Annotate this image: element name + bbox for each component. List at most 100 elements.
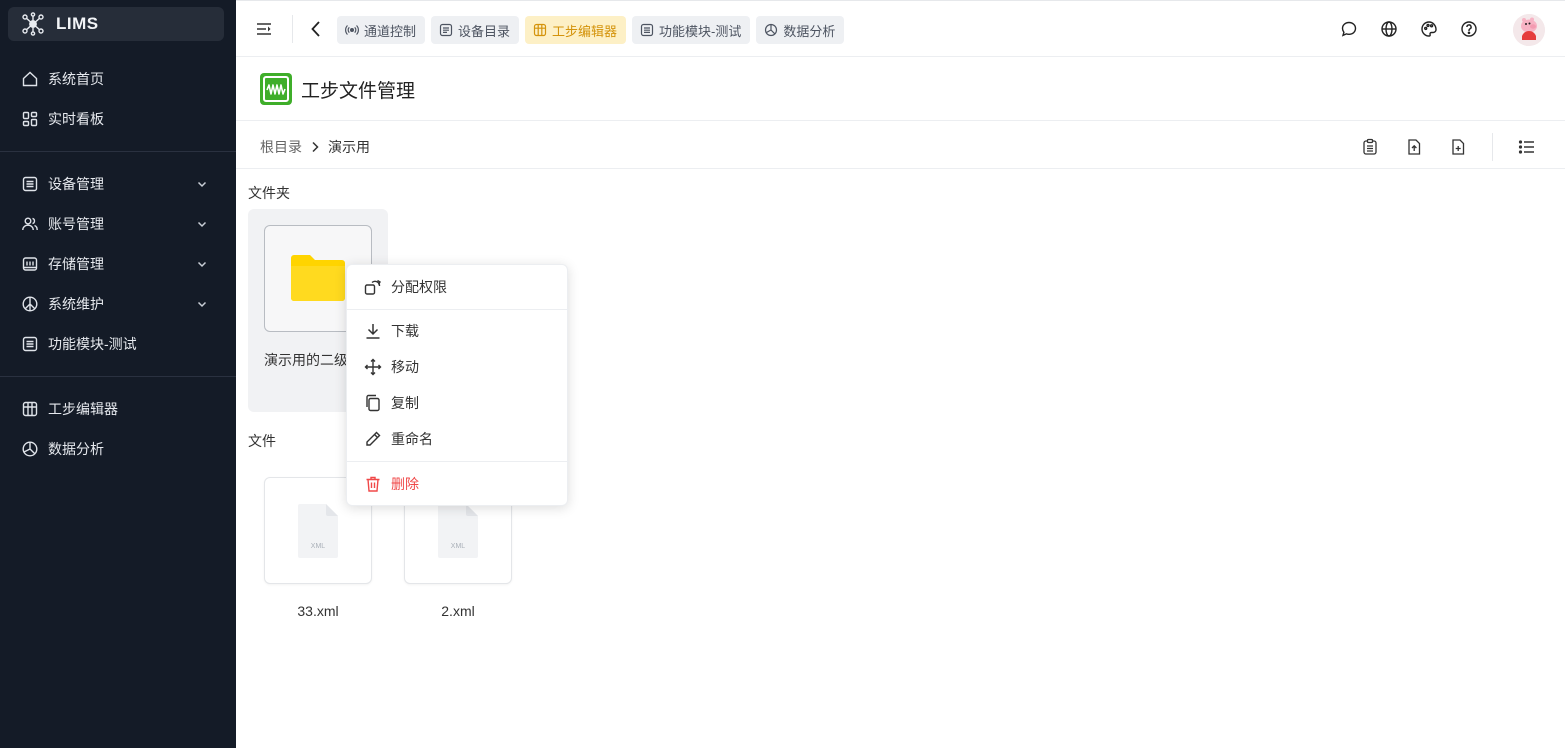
pie-icon [21, 440, 39, 458]
menu-item-label: 分配权限 [391, 279, 447, 295]
upload-file-icon[interactable] [1402, 135, 1426, 159]
palette-icon[interactable] [1419, 19, 1439, 39]
sidebar-divider [0, 376, 236, 377]
xml-file-icon: XML [436, 503, 480, 559]
nav-group-tools: 工步编辑器 数据分析 [0, 389, 236, 469]
tab-data-analysis[interactable]: 数据分析 [756, 16, 845, 44]
home-icon [21, 70, 39, 88]
sidebar-item-storage-management[interactable]: 存储管理 [0, 244, 236, 284]
menu-divider [347, 309, 569, 310]
permission-icon [363, 277, 383, 297]
file-type-label: XML [450, 542, 466, 550]
file-actions [1338, 133, 1539, 161]
tab-label: 设备目录 [458, 23, 511, 39]
folders-section-label: 文件夹 [248, 185, 290, 201]
storage-icon [21, 255, 39, 273]
sidebar-item-label: 存储管理 [48, 256, 104, 272]
tab-label: 数据分析 [783, 23, 836, 39]
waveform-icon [260, 73, 292, 105]
new-file-icon[interactable] [1446, 135, 1470, 159]
menu-item-download[interactable]: 下载 [347, 313, 569, 349]
tab-function-module-test[interactable]: 功能模块-测试 [632, 16, 751, 44]
file-type-label: XML [310, 542, 326, 550]
download-icon [363, 321, 383, 341]
menu-item-move[interactable]: 移动 [347, 349, 569, 385]
tab-label: 通道控制 [364, 23, 417, 39]
grid-icon [21, 400, 39, 418]
grid-icon [533, 23, 547, 37]
message-icon[interactable] [1339, 19, 1359, 39]
sidebar-item-dashboard[interactable]: 实时看板 [0, 99, 236, 139]
app-name: LIMS [56, 14, 99, 33]
file-name: 2.xml [441, 603, 475, 619]
list-view-icon[interactable] [1515, 135, 1539, 159]
broadcast-icon [345, 23, 359, 37]
xml-file-icon: XML [296, 503, 340, 559]
sidebar-item-function-module-test[interactable]: 功能模块-测试 [0, 324, 236, 364]
sidebar-item-home[interactable]: 系统首页 [0, 59, 236, 99]
menu-item-copy[interactable]: 复制 [347, 385, 569, 421]
users-icon [21, 215, 39, 233]
folder-icon [289, 252, 347, 305]
top-actions [1339, 19, 1479, 39]
menu-item-label: 复制 [391, 395, 419, 411]
list-doc-icon [21, 175, 39, 193]
tab-device-directory[interactable]: 设备目录 [431, 16, 520, 44]
sidebar-divider [0, 151, 236, 152]
sidebar-item-device-management[interactable]: 设备管理 [0, 164, 236, 204]
chevron-down-icon [196, 298, 208, 310]
sidebar-item-system-maintenance[interactable]: 系统维护 [0, 284, 236, 324]
sidebar-item-label: 系统维护 [48, 296, 104, 312]
sidebar-item-label: 功能模块-测试 [48, 336, 137, 352]
tab-channel-control[interactable]: 通道控制 [337, 16, 426, 44]
copy-icon [363, 393, 383, 413]
files-section-label: 文件 [248, 433, 276, 449]
breadcrumb-current: 演示用 [328, 139, 370, 155]
help-icon[interactable] [1459, 19, 1479, 39]
menu-item-rename[interactable]: 重命名 [347, 421, 569, 457]
tab-label: 工步编辑器 [552, 23, 618, 39]
sidebar-item-label: 系统首页 [48, 71, 104, 87]
move-icon [363, 357, 383, 377]
pie-icon [764, 23, 778, 37]
context-menu: 分配权限 下载 移动 复制 重命名 删除 [346, 264, 569, 506]
sidebar: LIMS 系统首页 实时看板 设备管理 账号管理 存储管理 系统维护 功能模块-… [0, 0, 236, 748]
menu-item-label: 下载 [391, 323, 419, 339]
chevron-right-icon [310, 141, 320, 153]
tab-label: 功能模块-测试 [659, 23, 742, 39]
file-name: 33.xml [297, 603, 339, 619]
globe-icon[interactable] [1379, 19, 1399, 39]
nav-group-main: 系统首页 实时看板 [0, 59, 236, 139]
menu-item-label: 删除 [391, 476, 419, 492]
sidebar-item-label: 设备管理 [48, 176, 104, 192]
sidebar-item-label: 账号管理 [48, 216, 104, 232]
back-arrow-icon[interactable] [306, 18, 326, 40]
folder-name: 演示用的二级 [264, 352, 348, 368]
sidebar-item-step-editor[interactable]: 工步编辑器 [0, 389, 236, 429]
chevron-down-icon [196, 258, 208, 270]
topbar-divider [292, 15, 293, 43]
menu-item-delete[interactable]: 删除 [347, 466, 569, 502]
menu-item-assign-permission[interactable]: 分配权限 [347, 269, 569, 305]
title-row: 工步文件管理 [236, 57, 1565, 121]
clipboard-icon[interactable] [1358, 135, 1382, 159]
peace-icon [21, 295, 39, 313]
sidebar-item-account-management[interactable]: 账号管理 [0, 204, 236, 244]
breadcrumb-root[interactable]: 根目录 [260, 137, 302, 157]
menu-divider [347, 461, 569, 462]
menu-item-label: 重命名 [391, 431, 433, 447]
nav-group-management: 设备管理 账号管理 存储管理 系统维护 功能模块-测试 [0, 164, 236, 364]
trash-icon [363, 474, 383, 494]
list-doc-icon [439, 23, 453, 37]
tab-step-editor[interactable]: 工步编辑器 [525, 16, 627, 44]
app-root: LIMS 系统首页 实时看板 设备管理 账号管理 存储管理 系统维护 功能模块-… [0, 0, 1565, 748]
chevron-down-icon [196, 178, 208, 190]
breadcrumb: 根目录 演示用 [260, 137, 370, 157]
logo[interactable]: LIMS [8, 7, 224, 41]
sidebar-item-data-analysis[interactable]: 数据分析 [0, 429, 236, 469]
collapse-menu-icon[interactable] [254, 19, 274, 39]
avatar[interactable] [1513, 14, 1545, 46]
page-title: 工步文件管理 [301, 81, 416, 102]
dashboard-icon [21, 110, 39, 128]
chevron-down-icon [196, 218, 208, 230]
